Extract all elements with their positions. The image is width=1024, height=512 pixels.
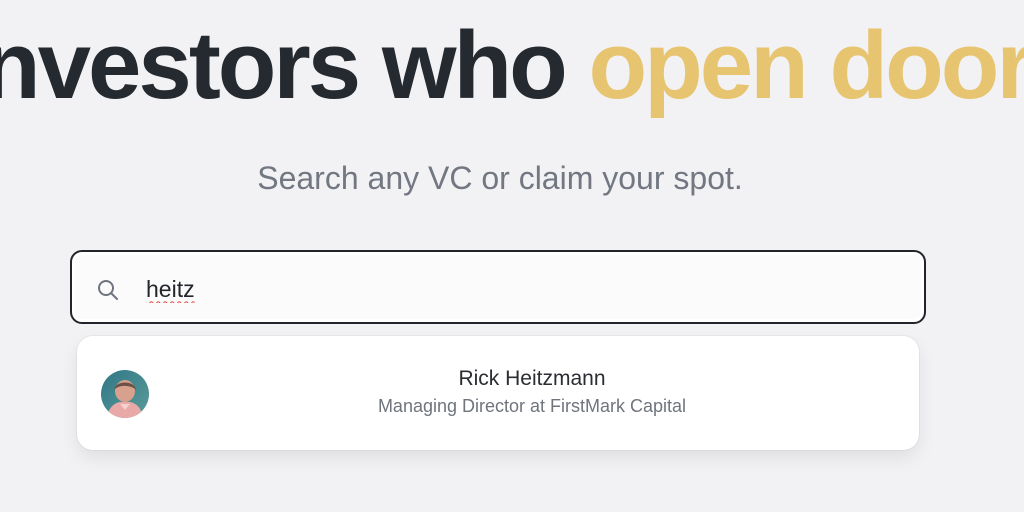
result-role: Managing Director at FirstMark Capital bbox=[377, 396, 687, 416]
hero-subtitle: Search any VC or claim your spot. bbox=[257, 160, 743, 196]
result-text: Rick Heitzmann Managing Director at Firs… bbox=[327, 366, 737, 420]
search-results: Rick Heitzmann Managing Director at Firs… bbox=[77, 336, 919, 450]
page: nvestors who open doors Search any VC or… bbox=[0, 0, 1024, 512]
search-input[interactable] bbox=[144, 270, 888, 308]
result-item-rick-heitzmann[interactable]: Rick Heitzmann Managing Director at Firs… bbox=[77, 336, 919, 450]
result-name: Rick Heitzmann bbox=[458, 367, 606, 390]
hero-title-accent: open doors bbox=[588, 12, 1024, 119]
hero-title-main: nvestors who bbox=[0, 12, 589, 119]
search-box[interactable] bbox=[70, 250, 926, 324]
hero-title: nvestors who open doors bbox=[0, 18, 1024, 114]
avatar bbox=[101, 370, 149, 418]
search-icon bbox=[98, 280, 118, 300]
